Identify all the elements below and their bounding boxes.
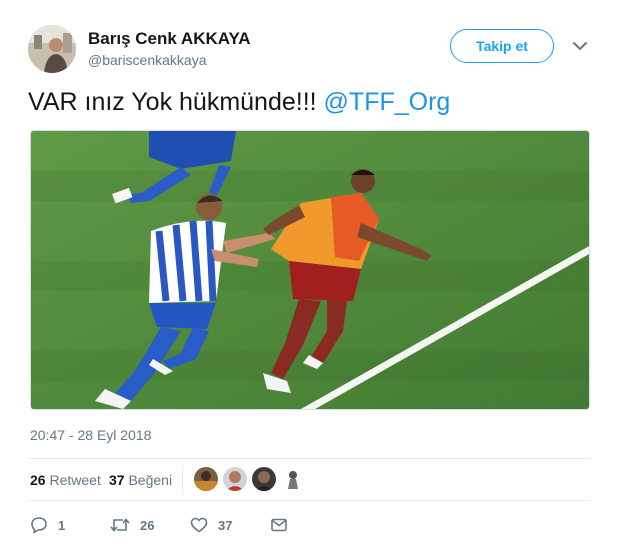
reply-icon: [31, 517, 47, 534]
chevron-down-icon[interactable]: [571, 39, 589, 53]
envelope-icon: [271, 518, 287, 532]
like-stat-count: 37: [109, 472, 125, 488]
heart-icon: [190, 517, 208, 533]
retweet-button[interactable]: 26: [110, 512, 154, 538]
liker-avatar[interactable]: [194, 467, 218, 491]
liker-avatar[interactable]: [252, 467, 276, 491]
reply-button[interactable]: 1: [30, 512, 65, 538]
tweet-text: VAR ınız Yok hükmünde!!! @TFF_Org: [28, 88, 450, 117]
reply-count: 1: [58, 517, 66, 533]
retweet-stat-count: 26: [30, 472, 46, 488]
football-scene: [31, 131, 589, 409]
tweet-media-image[interactable]: [30, 130, 590, 410]
mention-link[interactable]: @TFF_Org: [324, 88, 451, 116]
retweet-stat[interactable]: 26 Retweet: [30, 472, 101, 488]
retweet-icon: [110, 518, 130, 532]
retweet-count: 26: [140, 517, 155, 533]
follow-button[interactable]: Takip et: [450, 29, 554, 63]
tweet-body: VAR ınız Yok hükmünde!!!: [28, 88, 324, 116]
tweet-timestamp[interactable]: 20:47 - 28 Eyl 2018: [30, 427, 151, 443]
user-handle[interactable]: @bariscenkakkaya: [88, 52, 207, 68]
divider-top: [28, 458, 590, 459]
tweet-actions: 1 26 37: [30, 512, 590, 538]
like-button[interactable]: 37: [190, 512, 232, 538]
liker-avatar[interactable]: [281, 467, 305, 491]
direct-message-button[interactable]: [270, 512, 288, 538]
like-count: 37: [218, 517, 233, 533]
retweet-stat-label: Retweet: [49, 472, 101, 488]
like-stat[interactable]: 37 Beğeni: [109, 472, 172, 488]
tweet-stats: 26 Retweet 37 Beğeni: [30, 462, 590, 498]
user-name[interactable]: Barış Cenk AKKAYA: [88, 29, 251, 49]
liker-avatar[interactable]: [223, 467, 247, 491]
like-stat-label: Beğeni: [128, 472, 173, 488]
stats-separator: [182, 466, 183, 494]
divider-bottom: [28, 500, 590, 501]
user-avatar[interactable]: [28, 25, 76, 73]
tweet-header: Barış Cenk AKKAYA @bariscenkakkaya Takip…: [28, 25, 598, 77]
